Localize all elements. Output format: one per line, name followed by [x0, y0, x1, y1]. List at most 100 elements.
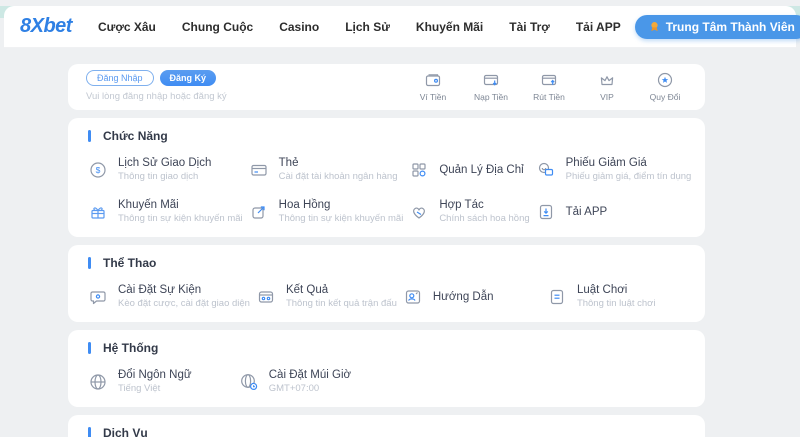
menu-item-title: Hướng Dẫn: [433, 291, 494, 303]
member-center-button[interactable]: Trung Tâm Thành Viên: [635, 15, 800, 39]
section-the-thao: Thể Thao Cài Đặt Sự Kiện Kèo đặt cược, cà…: [68, 245, 705, 322]
site-logo[interactable]: 8Xbet: [20, 15, 72, 38]
menu-item-subtitle: Thông tin sự kiện khuyến mãi: [118, 213, 243, 224]
login-hint-text: Vui lòng đăng nhập hoặc đăng ký: [86, 91, 227, 102]
menu-item-coupon[interactable]: Phiếu Giảm Giá Phiếu giảm giá, điểm tín d…: [536, 156, 692, 183]
section-he-thong: Hệ Thống Đổi Ngôn NgữTiếng Việt Cài Đặt …: [68, 330, 705, 407]
account-card: Đăng Nhập Đăng Ký Vui lòng đăng nhập hoặ…: [68, 64, 705, 110]
section-title: Chức Năng: [103, 129, 168, 143]
menu-item-promotion[interactable]: Khuyến Mãi Thông tin sự kiện khuyến mãi: [88, 198, 243, 225]
section-accent-bar: [88, 342, 91, 354]
menu-item-subtitle: Chính sách hoa hồng: [439, 213, 529, 224]
quick-actions: Ví Tiền Nạp Tiền Rút Tiền VIP: [415, 71, 683, 102]
results-icon: [256, 287, 276, 307]
quick-action-deposit[interactable]: Nạp Tiền: [473, 71, 509, 102]
menu-item-title: Khuyến Mãi: [118, 199, 243, 211]
language-globe-icon: [88, 372, 108, 392]
menu-item-cooperation[interactable]: Hợp Tác Chính sách hoa hồng: [409, 198, 529, 225]
nav-item-casino[interactable]: Casino: [279, 20, 319, 34]
section-grid: Đổi Ngôn NgữTiếng Việt Cài Đặt Múi Giờ GM…: [88, 368, 685, 395]
section-accent-bar: [88, 427, 91, 437]
menu-item-language[interactable]: Đổi Ngôn NgữTiếng Việt: [88, 368, 233, 395]
menu-item-title: Tải APP: [566, 206, 608, 218]
section-dich-vu: Dịch Vụ: [68, 415, 705, 437]
member-center-label: Trung Tâm Thành Viên: [666, 20, 795, 34]
gift-icon: [88, 202, 108, 222]
quick-action-withdraw[interactable]: Rút Tiền: [531, 71, 567, 102]
menu-item-subtitle: GMT+07:00: [269, 383, 351, 394]
menu-item-title: Cài Đặt Múi Giờ: [269, 369, 351, 381]
nav-item-chung-cuoc[interactable]: Chung Cuộc: [182, 20, 253, 34]
nav-item-lich-su[interactable]: Lịch Sử: [345, 20, 390, 34]
section-title: Dịch Vụ: [103, 426, 148, 437]
menu-item-subtitle: Cài đặt tài khoản ngân hàng: [279, 171, 398, 182]
menu-item-title: Cài Đặt Sự Kiện: [118, 284, 250, 296]
section-header: Thể Thao: [88, 255, 685, 271]
quick-action-vip[interactable]: VIP: [589, 71, 625, 102]
cooperation-icon: [409, 202, 429, 222]
quick-action-exchange[interactable]: Quy Đổi: [647, 71, 683, 102]
quick-action-label: VIP: [600, 92, 614, 102]
menu-item-download-app[interactable]: Tải APP: [536, 198, 692, 225]
account-register-button[interactable]: Đăng Ký: [160, 70, 217, 86]
section-header: Dịch Vụ: [88, 425, 685, 437]
section-accent-bar: [88, 257, 91, 269]
menu-item-title: Hợp Tác: [439, 199, 529, 211]
section-header: Hệ Thống: [88, 340, 685, 356]
medal-icon: [648, 20, 661, 33]
section-accent-bar: [88, 130, 91, 142]
commission-icon: [249, 202, 269, 222]
menu-item-subtitle: Thông tin kết quả trận đấu: [286, 298, 397, 309]
vip-crown-icon: [598, 71, 616, 89]
menu-item-subtitle: Thông tin luật chơi: [577, 298, 656, 309]
menu-item-title: Thẻ: [279, 157, 398, 169]
menu-item-results[interactable]: Kết Quả Thông tin kết quả trận đấu: [256, 283, 397, 310]
rules-icon: [547, 287, 567, 307]
deposit-icon: [482, 71, 500, 89]
menu-item-subtitle: Thông tin sự kiện khuyến mãi: [279, 213, 404, 224]
bank-card-icon: [249, 160, 269, 180]
nav-item-khuyen-mai[interactable]: Khuyến Mãi: [416, 20, 483, 34]
section-chuc-nang: Chức Năng $ Lịch Sử Giao Dịch Thông tin g…: [68, 118, 705, 237]
account-login-button[interactable]: Đăng Nhập: [86, 70, 154, 86]
quick-action-label: Rút Tiền: [533, 92, 565, 102]
withdraw-icon: [540, 71, 558, 89]
menu-item-title: Kết Quả: [286, 284, 397, 296]
menu-item-subtitle: Thông tin giao dịch: [118, 171, 211, 182]
section-title: Hệ Thống: [103, 341, 158, 355]
menu-item-timezone[interactable]: Cài Đặt Múi Giờ GMT+07:00: [239, 368, 384, 395]
address-book-icon: [409, 160, 429, 180]
menu-item-event-settings[interactable]: Cài Đặt Sự Kiện Kèo đặt cược, cài đặt gia…: [88, 283, 250, 310]
account-login-area: Đăng Nhập Đăng Ký Vui lòng đăng nhập hoặ…: [86, 70, 227, 102]
exchange-icon: [656, 71, 674, 89]
wallet-icon: [424, 71, 442, 89]
timezone-icon: [239, 372, 259, 392]
menu-item-title: Đổi Ngôn Ngữ: [118, 369, 192, 381]
nav-item-tai-tro[interactable]: Tài Trợ: [509, 20, 550, 34]
menu-item-subtitle: Kèo đặt cược, cài đặt giao diện: [118, 298, 250, 309]
menu-item-title: Quản Lý Địa Chỉ: [439, 164, 523, 176]
guide-icon: [403, 287, 423, 307]
menu-item-title: Lịch Sử Giao Dịch: [118, 157, 211, 169]
quick-action-wallet[interactable]: Ví Tiền: [415, 71, 451, 102]
menu-item-subtitle: Phiếu giảm giá, điểm tín dụng: [566, 171, 692, 182]
menu-item-title: Luật Chơi: [577, 284, 656, 296]
nav-item-tai-app[interactable]: Tải APP: [576, 20, 621, 34]
coupon-icon: [536, 160, 556, 180]
menu-item-address[interactable]: Quản Lý Địa Chỉ: [409, 156, 529, 183]
menu-item-title: Hoa Hồng: [279, 199, 404, 211]
menu-item-rules[interactable]: Luật Chơi Thông tin luật chơi: [547, 283, 685, 310]
transaction-history-icon: $: [88, 160, 108, 180]
quick-action-label: Nạp Tiền: [474, 92, 508, 102]
menu-item-bank-card[interactable]: Thẻ Cài đặt tài khoản ngân hàng: [249, 156, 404, 183]
menu-item-commission[interactable]: Hoa Hồng Thông tin sự kiện khuyến mãi: [249, 198, 404, 225]
menu-item-title: Phiếu Giảm Giá: [566, 157, 692, 169]
main-nav: Cược Xâu Chung Cuộc Casino Lịch Sử Khuyế…: [98, 20, 621, 34]
quick-action-label: Ví Tiền: [420, 92, 446, 102]
svg-text:$: $: [96, 165, 101, 175]
event-settings-icon: [88, 287, 108, 307]
menu-item-transaction-history[interactable]: $ Lịch Sử Giao Dịch Thông tin giao dịch: [88, 156, 243, 183]
nav-item-cuoc-xau[interactable]: Cược Xâu: [98, 20, 156, 34]
section-title: Thể Thao: [103, 256, 156, 270]
menu-item-guide[interactable]: Hướng Dẫn: [403, 283, 541, 310]
